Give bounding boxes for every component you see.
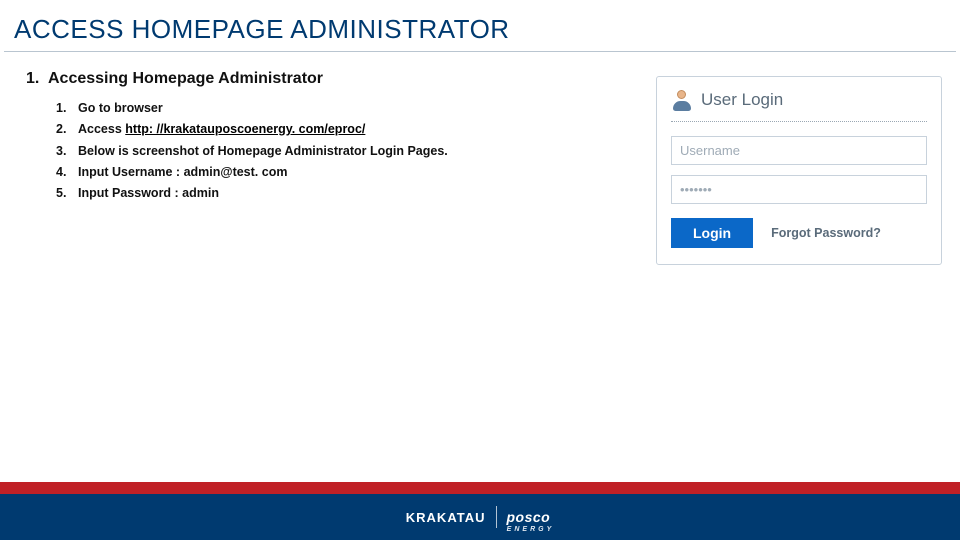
brand-divider [496,506,497,528]
brand-logo: KRAKATAU posco ENERGY [406,506,554,528]
brand-krakatau: KRAKATAU [406,510,486,525]
brand-energy: ENERGY [507,526,555,533]
step-text: Below is screenshot of Homepage Administ… [78,144,448,158]
accent-bar [0,482,960,494]
step-number: 3. [56,141,78,162]
login-button[interactable]: Login [671,218,753,248]
step-prefix: Access [78,122,125,136]
section-heading-text: Accessing Homepage Administrator [48,70,323,87]
dotted-divider [671,121,927,122]
password-input[interactable] [671,175,927,204]
step-number: 2. [56,119,78,140]
username-input[interactable] [671,136,927,165]
login-card: User Login Login Forgot Password? [656,76,942,265]
step-text: Go to browser [78,101,163,115]
login-header: User Login [671,89,927,111]
step-number: 4. [56,162,78,183]
footer: KRAKATAU posco ENERGY [0,494,960,540]
step-number: 1. [56,98,78,119]
step-text: Input Password : admin [78,186,219,200]
step-number: 5. [56,183,78,204]
brand-posco: posco ENERGY [507,509,555,525]
brand-posco-text: posco [507,509,551,525]
login-heading: User Login [701,90,783,110]
access-url-link[interactable]: http: //krakatauposcoenergy. com/eproc/ [125,122,365,136]
page-title: ACCESS HOMEPAGE ADMINISTRATOR [0,0,960,51]
user-icon [671,89,693,111]
section-number: 1. [26,70,48,88]
step-text: Input Username : admin@test. com [78,165,287,179]
forgot-password-link[interactable]: Forgot Password? [771,226,881,240]
